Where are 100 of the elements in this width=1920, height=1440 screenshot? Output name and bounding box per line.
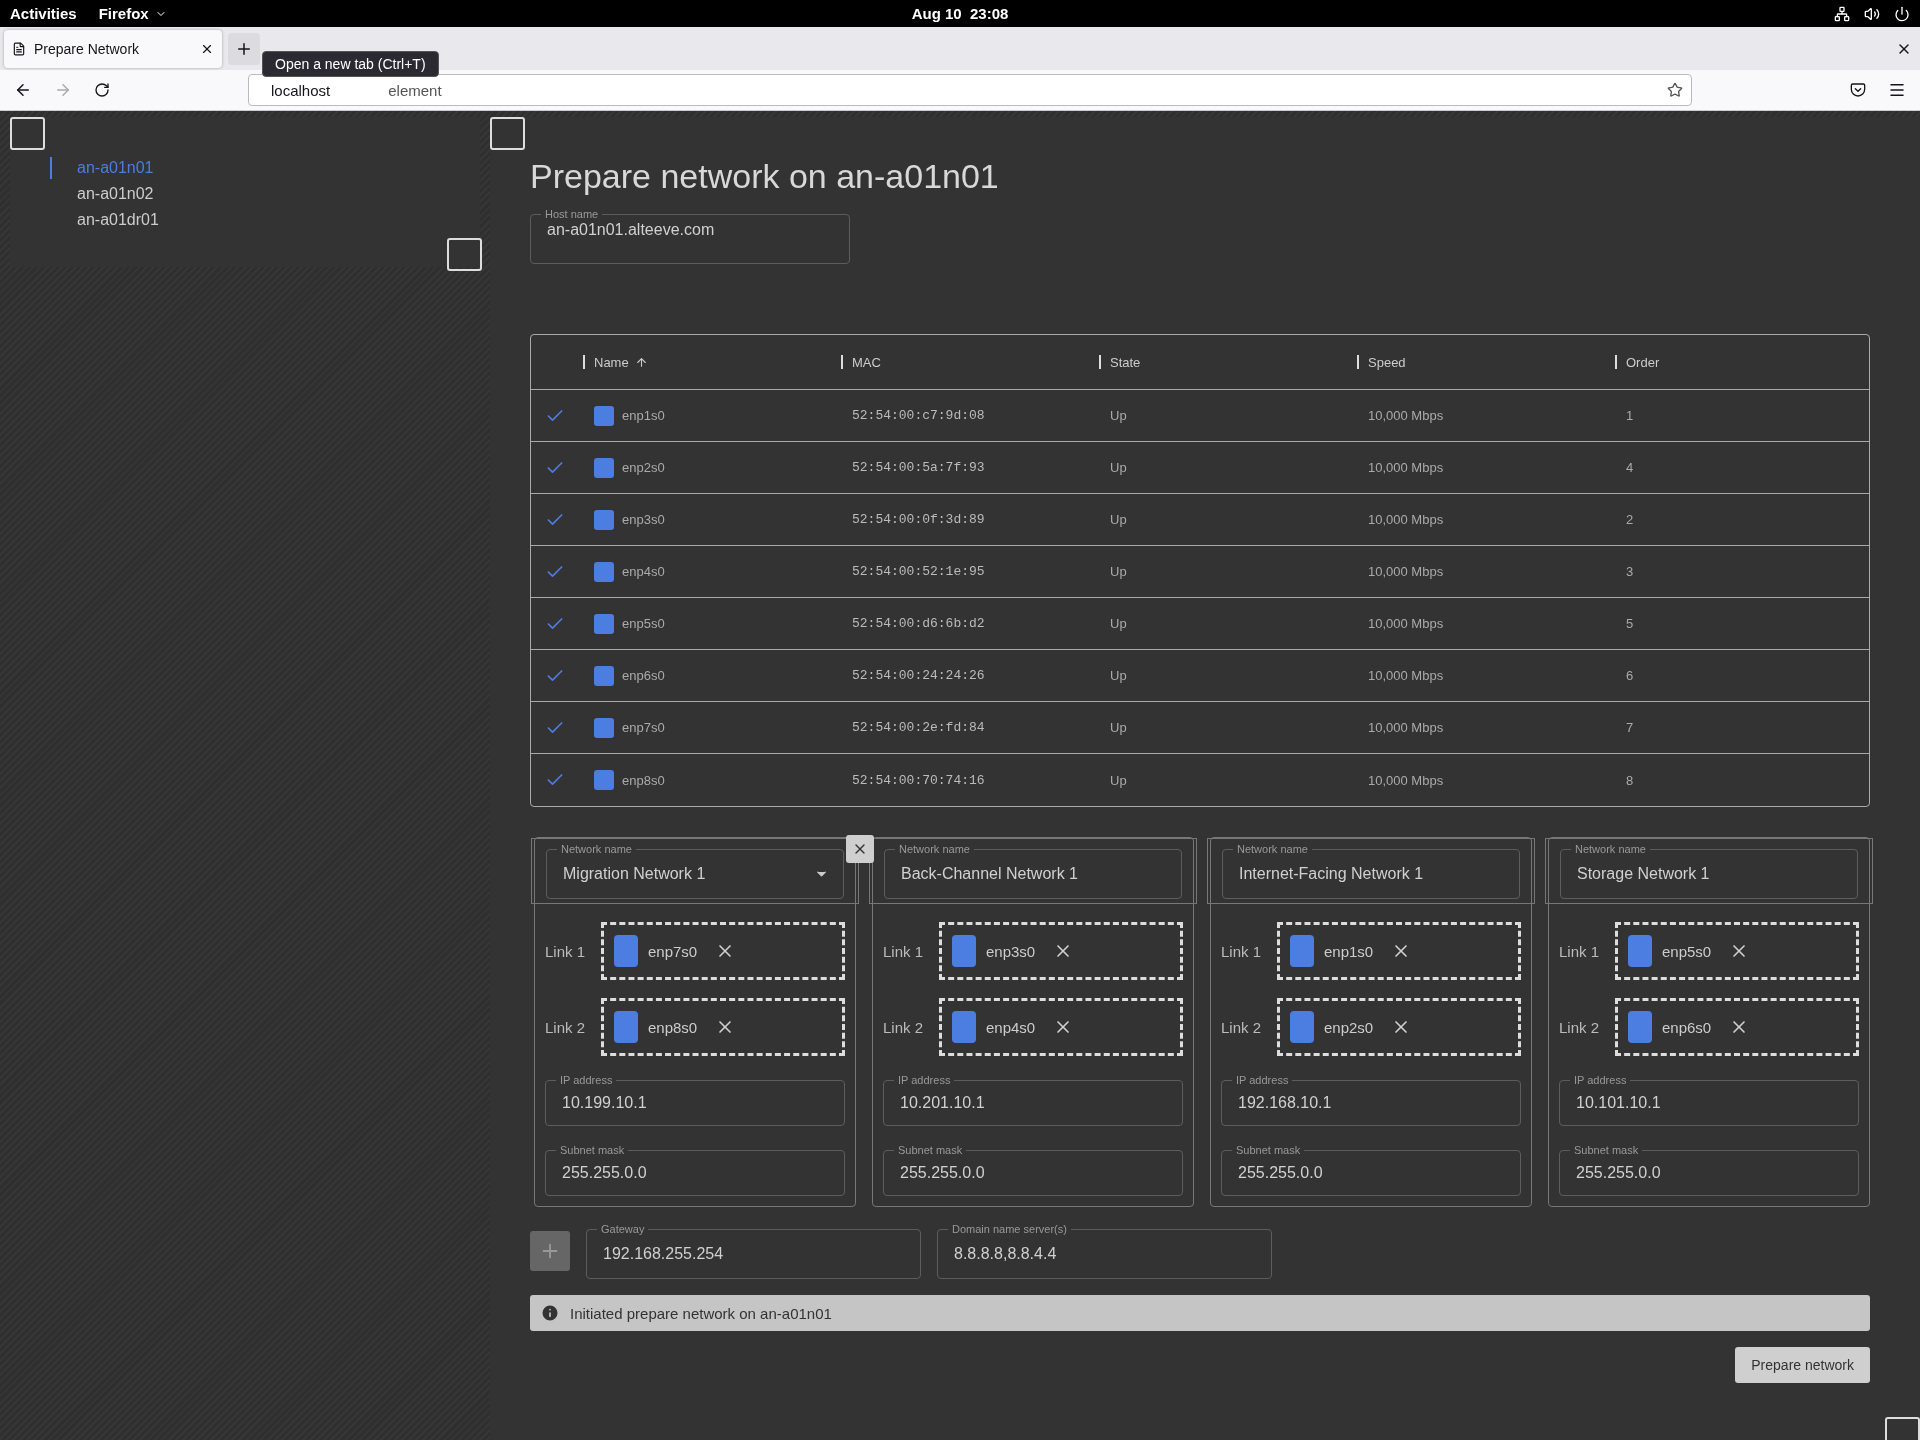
network-name-field[interactable]: Network name Migration Network 1	[546, 843, 844, 899]
interface-handle[interactable]	[1290, 1011, 1314, 1043]
menu-icon	[1888, 81, 1906, 99]
field-value[interactable]: Back-Channel Network 1	[899, 863, 1167, 884]
network-icon[interactable]	[1834, 5, 1850, 22]
table-cell-text: 10,000 Mbps	[1367, 408, 1445, 423]
interface-name: enp8s0	[648, 1018, 698, 1036]
ip-address-field[interactable]: IP address 192.168.10.1	[1221, 1074, 1521, 1126]
power-icon[interactable]	[1894, 5, 1910, 22]
interface-handle[interactable]	[614, 1011, 638, 1043]
sidebar-item[interactable]: an-a01n02	[50, 183, 154, 205]
link-label: Link 2	[883, 1018, 925, 1036]
prepare-network-button[interactable]: Prepare network	[1735, 1347, 1870, 1383]
field-value[interactable]: 10.201.10.1	[898, 1092, 1168, 1113]
column-header[interactable]: Name	[583, 355, 841, 369]
network-name-field[interactable]: Network name Back-Channel Network 1	[884, 843, 1182, 899]
browser-tab[interactable]: Prepare Network	[4, 29, 222, 68]
field-value[interactable]: 255.255.0.0	[898, 1162, 1168, 1183]
info-icon	[540, 1303, 560, 1323]
field-value[interactable]: Storage Network 1	[1575, 863, 1843, 884]
interface-handle[interactable]	[594, 561, 614, 582]
interface-handle[interactable]	[594, 770, 614, 790]
table-cell-text: 10,000 Mbps	[1367, 720, 1445, 735]
field-label: IP address	[559, 1074, 614, 1086]
field-value[interactable]: an-a01n01.alteeve.com	[545, 220, 835, 240]
interface-name: enp3s0	[986, 942, 1036, 960]
field-value[interactable]: 255.255.0.0	[1574, 1162, 1844, 1183]
interface-handle[interactable]	[1628, 935, 1652, 967]
field-value[interactable]: 255.255.0.0	[560, 1162, 830, 1183]
table-cell-text: 4	[1625, 460, 1635, 475]
field-value[interactable]: 255.255.0.0	[1236, 1162, 1506, 1183]
link-drop-zone[interactable]: enp5s0	[1615, 922, 1859, 980]
interface-handle[interactable]	[952, 935, 976, 967]
dns-field[interactable]: Domain name server(s) 8.8.8.8,8.8.4.4	[937, 1223, 1272, 1279]
ip-address-field[interactable]: IP address 10.101.10.1	[1559, 1074, 1859, 1126]
field-value[interactable]: 10.101.10.1	[1574, 1092, 1844, 1113]
link-drop-zone[interactable]: enp8s0	[601, 998, 845, 1056]
interface-handle[interactable]	[1628, 1011, 1652, 1043]
address-bar[interactable]: localhost element	[248, 74, 1692, 106]
interface-handle[interactable]	[1290, 935, 1314, 967]
interface-handle[interactable]	[952, 1011, 976, 1043]
network-name-field[interactable]: Network name Internet-Facing Network 1	[1222, 843, 1520, 899]
square-frame	[447, 238, 482, 271]
network-name-field[interactable]: Network name Storage Network 1	[1560, 843, 1858, 899]
column-header[interactable]: MAC	[841, 355, 1099, 369]
ip-address-field[interactable]: IP address 10.199.10.1	[545, 1074, 845, 1126]
table-cell-text: Up	[1109, 564, 1128, 579]
app-menu[interactable]: Firefox	[98, 5, 167, 22]
activities-button[interactable]: Activities	[10, 5, 77, 22]
field-value[interactable]: 8.8.8.8,8.8.4.4	[952, 1243, 1257, 1264]
field-label: Network name	[560, 843, 633, 855]
field-label: IP address	[1573, 1074, 1628, 1086]
table-cell-text: 52:54:00:52:1e:95	[851, 564, 986, 579]
table-cell-text: Up	[1109, 460, 1128, 475]
host-name-field[interactable]: Host name an-a01n01.alteeve.com	[530, 208, 850, 264]
column-header[interactable]: Order	[1615, 355, 1869, 369]
star-icon[interactable]	[1667, 82, 1683, 98]
field-value[interactable]: Internet-Facing Network 1	[1237, 863, 1505, 884]
field-value[interactable]: 192.168.10.1	[1236, 1092, 1506, 1113]
interface-handle[interactable]	[614, 935, 638, 967]
field-value[interactable]: 10.199.10.1	[560, 1092, 830, 1113]
link-drop-zone[interactable]: enp2s0	[1277, 998, 1521, 1056]
column-header[interactable]: Speed	[1357, 355, 1615, 369]
link-drop-zone[interactable]: enp6s0	[1615, 998, 1859, 1056]
interface-handle[interactable]	[594, 457, 614, 478]
remove-button[interactable]	[846, 835, 874, 863]
link-label: Link 2	[545, 1018, 587, 1036]
interface-handle[interactable]	[594, 613, 614, 634]
sidebar-item[interactable]: an-a01dr01	[50, 209, 159, 231]
ip-address-field[interactable]: IP address 10.201.10.1	[883, 1074, 1183, 1126]
column-header[interactable]: State	[1099, 355, 1357, 369]
interface-handle[interactable]	[594, 717, 614, 738]
table-cell: enp1s0	[622, 408, 665, 423]
table-cell-text: 3	[1625, 564, 1635, 579]
clock[interactable]: Aug 10 23:08	[911, 5, 1009, 22]
subnet-mask-field[interactable]: Subnet mask 255.255.0.0	[883, 1144, 1183, 1196]
field-value[interactable]: Migration Network 1	[561, 863, 814, 884]
subnet-mask-field[interactable]: Subnet mask 255.255.0.0	[1221, 1144, 1521, 1196]
table-cell-text: 6	[1625, 668, 1635, 683]
table-cell-text: 10,000 Mbps	[1367, 512, 1445, 527]
new-tab-button[interactable]	[228, 32, 260, 65]
table-cell-text: 52:54:00:24:24:26	[851, 668, 986, 683]
interface-handle[interactable]	[594, 665, 614, 686]
table-cell: enp5s0	[622, 616, 665, 631]
interface-handle[interactable]	[594, 509, 614, 530]
link-drop-zone[interactable]: enp4s0	[939, 998, 1183, 1056]
table-cell-text: Up	[1109, 512, 1128, 527]
gateway-field[interactable]: Gateway 192.168.255.254	[586, 1223, 921, 1279]
table-cell-text: 10,000 Mbps	[1367, 616, 1445, 631]
page-icon	[12, 41, 26, 56]
link-drop-zone[interactable]: enp3s0	[939, 922, 1183, 980]
interface-handle[interactable]	[594, 405, 614, 426]
volume-icon[interactable]	[1864, 5, 1880, 22]
link-drop-zone[interactable]: enp1s0	[1277, 922, 1521, 980]
subnet-mask-field[interactable]: Subnet mask 255.255.0.0	[545, 1144, 845, 1196]
link-label: Link 1	[545, 942, 587, 960]
interface-name: enp1s0	[1324, 942, 1374, 960]
subnet-mask-field[interactable]: Subnet mask 255.255.0.0	[1559, 1144, 1859, 1196]
field-value[interactable]: 192.168.255.254	[601, 1243, 906, 1264]
link-drop-zone[interactable]: enp7s0	[601, 922, 845, 980]
